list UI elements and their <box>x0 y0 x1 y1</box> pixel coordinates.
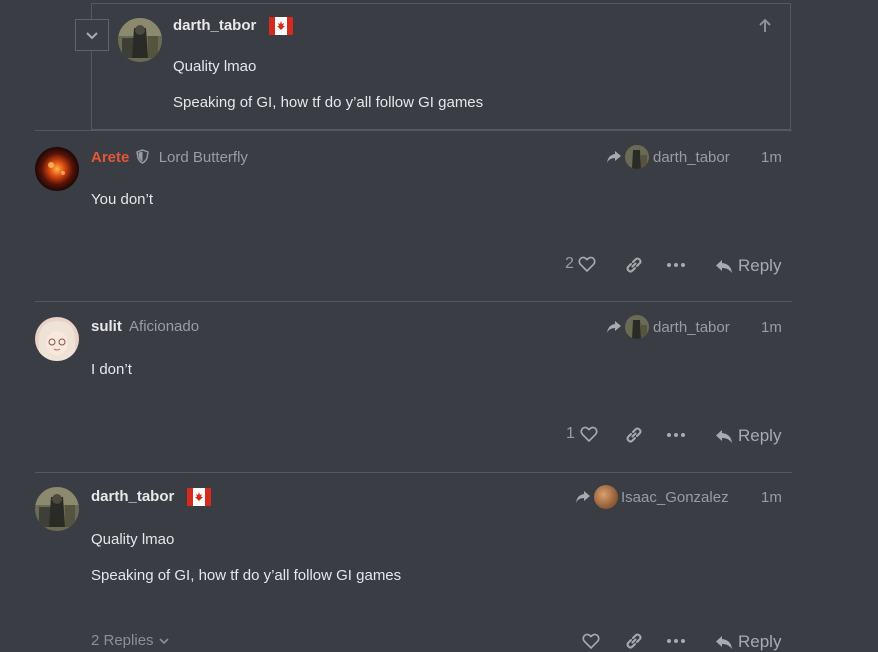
collapse-embedded-button[interactable] <box>75 19 109 51</box>
reply-to-username: Isaac_Gonzalez <box>621 488 729 506</box>
avatar <box>594 485 618 509</box>
reply-to-tab[interactable]: darth_tabor <box>606 314 730 340</box>
reply-arrow-icon <box>715 259 733 274</box>
share-arrow-icon <box>606 150 622 164</box>
show-replies-button[interactable]: 2 Replies <box>91 632 170 649</box>
user-title: Lord Butterfly <box>158 149 248 166</box>
reply-to-tab[interactable]: Isaac_Gonzalez <box>575 484 729 510</box>
reply-button[interactable]: Reply <box>715 256 781 276</box>
divider <box>35 130 792 131</box>
reply-to-username: darth_tabor <box>653 318 730 336</box>
post-date[interactable]: 1m <box>761 149 782 166</box>
user-title: Aficionado <box>129 318 200 335</box>
chevron-down-icon <box>85 28 99 42</box>
canada-flag-icon <box>268 17 293 36</box>
moderator-shield-icon <box>135 149 149 164</box>
link-icon[interactable] <box>625 632 643 650</box>
like-count[interactable]: 1 <box>566 425 575 443</box>
avatar[interactable] <box>118 18 162 62</box>
username[interactable]: sulit <box>91 318 122 335</box>
reply-to-tab[interactable]: darth_tabor <box>606 144 730 170</box>
reply-button[interactable]: Reply <box>715 426 781 446</box>
avatar[interactable] <box>35 147 79 191</box>
like-count[interactable]: 2 <box>565 255 574 273</box>
avatar <box>625 145 649 169</box>
avatar[interactable] <box>35 317 79 361</box>
post-text: Quality lmao <box>173 58 257 75</box>
link-icon[interactable] <box>625 426 643 444</box>
post-text: You don’t <box>91 191 154 208</box>
heart-icon[interactable] <box>578 256 596 272</box>
reply-to-username: darth_tabor <box>653 148 730 166</box>
canada-flag-icon <box>186 488 211 507</box>
post-text: Quality lmao <box>91 531 175 548</box>
divider <box>35 472 792 473</box>
reply-button[interactable]: Reply <box>715 632 781 652</box>
share-arrow-icon <box>575 490 591 504</box>
more-options-icon[interactable] <box>667 433 685 437</box>
reply-arrow-icon <box>715 635 733 650</box>
post-text: I don’t <box>91 361 132 378</box>
username[interactable]: darth_tabor <box>91 488 174 505</box>
avatar[interactable] <box>35 487 79 531</box>
heart-icon[interactable] <box>580 426 598 442</box>
heart-icon[interactable] <box>582 633 600 649</box>
avatar <box>625 315 649 339</box>
post-date[interactable]: 1m <box>761 489 782 506</box>
more-options-icon[interactable] <box>667 639 685 643</box>
username[interactable]: Arete <box>91 149 129 166</box>
username[interactable]: darth_tabor <box>173 17 256 34</box>
post-text: Speaking of GI, how tf do y’all follow G… <box>91 567 402 584</box>
share-arrow-icon <box>606 320 622 334</box>
post-text: Speaking of GI, how tf do y’all follow G… <box>173 94 484 111</box>
divider <box>35 301 792 302</box>
reply-arrow-icon <box>715 429 733 444</box>
link-icon[interactable] <box>625 256 643 274</box>
post-date[interactable]: 1m <box>761 319 782 336</box>
more-options-icon[interactable] <box>667 263 685 267</box>
chevron-down-icon <box>158 636 170 646</box>
jump-to-post-arrow-icon[interactable] <box>757 18 773 34</box>
